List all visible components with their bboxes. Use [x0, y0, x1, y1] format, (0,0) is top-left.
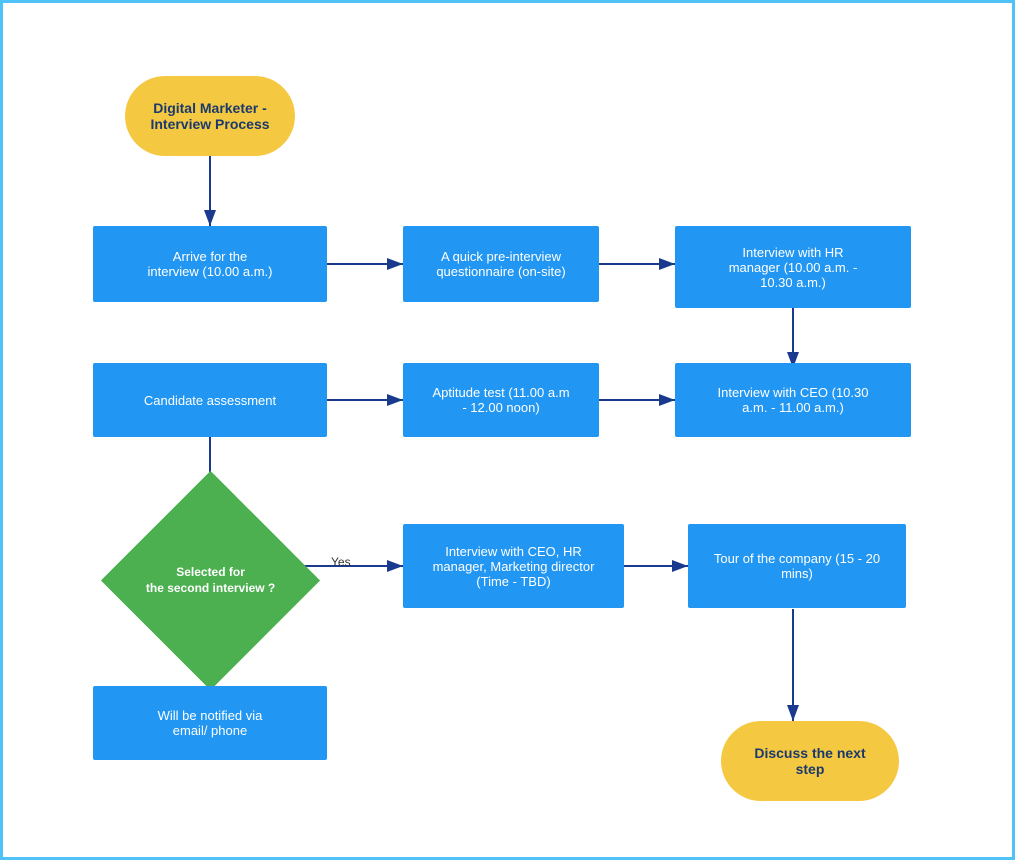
discuss-label: Discuss the next step — [739, 745, 881, 777]
ceo-interview-node: Interview with CEO (10.30 a.m. - 11.00 a… — [675, 363, 911, 437]
hr-interview-node: Interview with HR manager (10.00 a.m. - … — [675, 226, 911, 308]
tour-label: Tour of the company (15 - 20 mins) — [714, 551, 880, 581]
yes-label: Yes — [331, 555, 351, 569]
hr-interview-label: Interview with HR manager (10.00 a.m. - … — [729, 245, 858, 290]
arrive-node: Arrive for the interview (10.00 a.m.) — [93, 226, 327, 302]
ceo-hr-interview-label: Interview with CEO, HR manager, Marketin… — [433, 544, 595, 589]
ceo-interview-label: Interview with CEO (10.30 a.m. - 11.00 a… — [717, 385, 868, 415]
discuss-node: Discuss the next step — [721, 721, 899, 801]
candidate-assessment-node: Candidate assessment — [93, 363, 327, 437]
notify-node: Will be notified via email/ phone — [93, 686, 327, 760]
aptitude-test-label: Aptitude test (11.00 a.m - 12.00 noon) — [432, 385, 569, 415]
questionnaire-node: A quick pre-interview questionnaire (on-… — [403, 226, 599, 302]
notify-label: Will be notified via email/ phone — [158, 708, 263, 738]
start-node: Digital Marketer - Interview Process — [125, 76, 295, 156]
selected-node: Selected for the second interview ? — [133, 503, 288, 658]
flowchart-canvas: Yes No Digital Marketer - Interview Proc… — [0, 0, 1015, 860]
tour-node: Tour of the company (15 - 20 mins) — [688, 524, 906, 608]
selected-label: Selected for the second interview ? — [141, 560, 280, 601]
questionnaire-label: A quick pre-interview questionnaire (on-… — [436, 249, 565, 279]
ceo-hr-interview-node: Interview with CEO, HR manager, Marketin… — [403, 524, 624, 608]
candidate-assessment-label: Candidate assessment — [144, 393, 276, 408]
aptitude-test-node: Aptitude test (11.00 a.m - 12.00 noon) — [403, 363, 599, 437]
start-label: Digital Marketer - Interview Process — [150, 100, 269, 132]
arrive-label: Arrive for the interview (10.00 a.m.) — [148, 249, 273, 279]
